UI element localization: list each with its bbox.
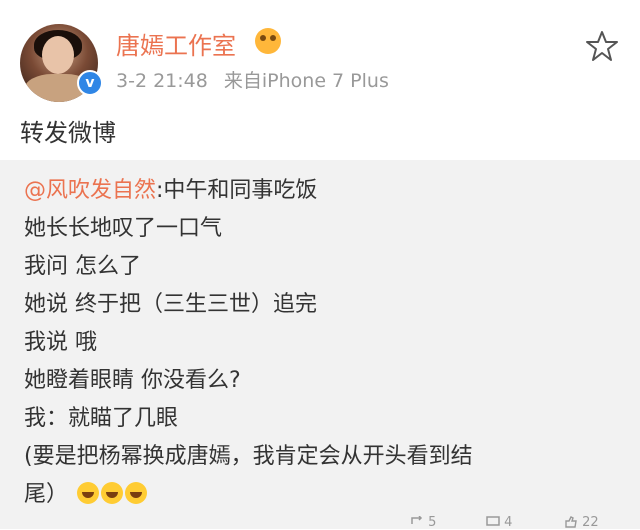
laughing-emoji-icon bbox=[125, 482, 148, 504]
laughing-emoji-icon bbox=[77, 482, 100, 504]
favorite-button[interactable] bbox=[584, 28, 620, 64]
vip-icon bbox=[255, 28, 281, 54]
reposted-content[interactable]: @风吹发自然:中午和同事吃饭 她长长地叹了一口气 我问 怎么了 她说 终于把（三… bbox=[0, 160, 640, 529]
comment-count: 4 bbox=[504, 515, 513, 530]
repost-line-7: 我：就瞄了几眼 bbox=[24, 406, 179, 431]
like-button[interactable]: 22 bbox=[564, 515, 599, 530]
mention-link[interactable]: @风吹发自然 bbox=[24, 178, 156, 203]
verified-badge-icon: v bbox=[77, 70, 103, 96]
repost-button[interactable]: 5 bbox=[410, 515, 436, 530]
repost-line-8: (要是把杨幂换成唐嫣，我肯定会从开头看到结 bbox=[24, 444, 473, 469]
post-meta: 3-2 21:48 来自iPhone 7 Plus bbox=[116, 66, 399, 93]
star-icon bbox=[586, 31, 618, 61]
source: 来自iPhone 7 Plus bbox=[223, 70, 389, 92]
repost-text: 尾） bbox=[24, 482, 69, 507]
post-header: v 唐嫣工作室 3-2 21:48 来自iPhone 7 Plus 转发微博 bbox=[0, 0, 640, 155]
repost-line-4: 她说 终于把（三生三世）追完 bbox=[24, 292, 317, 317]
comment-icon bbox=[486, 516, 500, 526]
repost-count: 5 bbox=[428, 515, 437, 530]
repost-line-5: 我说 哦 bbox=[24, 330, 97, 355]
repost-line-1: @风吹发自然:中午和同事吃饭 bbox=[24, 172, 317, 204]
repost-icon bbox=[411, 515, 423, 524]
repost-line-2: 她长长地叹了一口气 bbox=[24, 216, 223, 241]
repost-text: :中午和同事吃饭 bbox=[156, 178, 318, 203]
repost-line-9: 尾） bbox=[24, 476, 148, 508]
comment-button[interactable]: 4 bbox=[486, 515, 512, 530]
avatar-face bbox=[42, 36, 74, 74]
action-bar: 5 4 22 bbox=[0, 512, 640, 530]
timestamp: 3-2 21:48 bbox=[116, 70, 208, 92]
repost-line-3: 我问 怎么了 bbox=[24, 254, 141, 279]
thumbs-up-icon bbox=[565, 516, 577, 528]
laughing-emoji-icon bbox=[101, 482, 124, 504]
repost-title: 转发微博 bbox=[20, 119, 116, 147]
username[interactable]: 唐嫣工作室 bbox=[116, 26, 236, 61]
like-count: 22 bbox=[582, 515, 599, 530]
repost-line-6: 她瞪着眼睛 你没看么? bbox=[24, 368, 241, 393]
